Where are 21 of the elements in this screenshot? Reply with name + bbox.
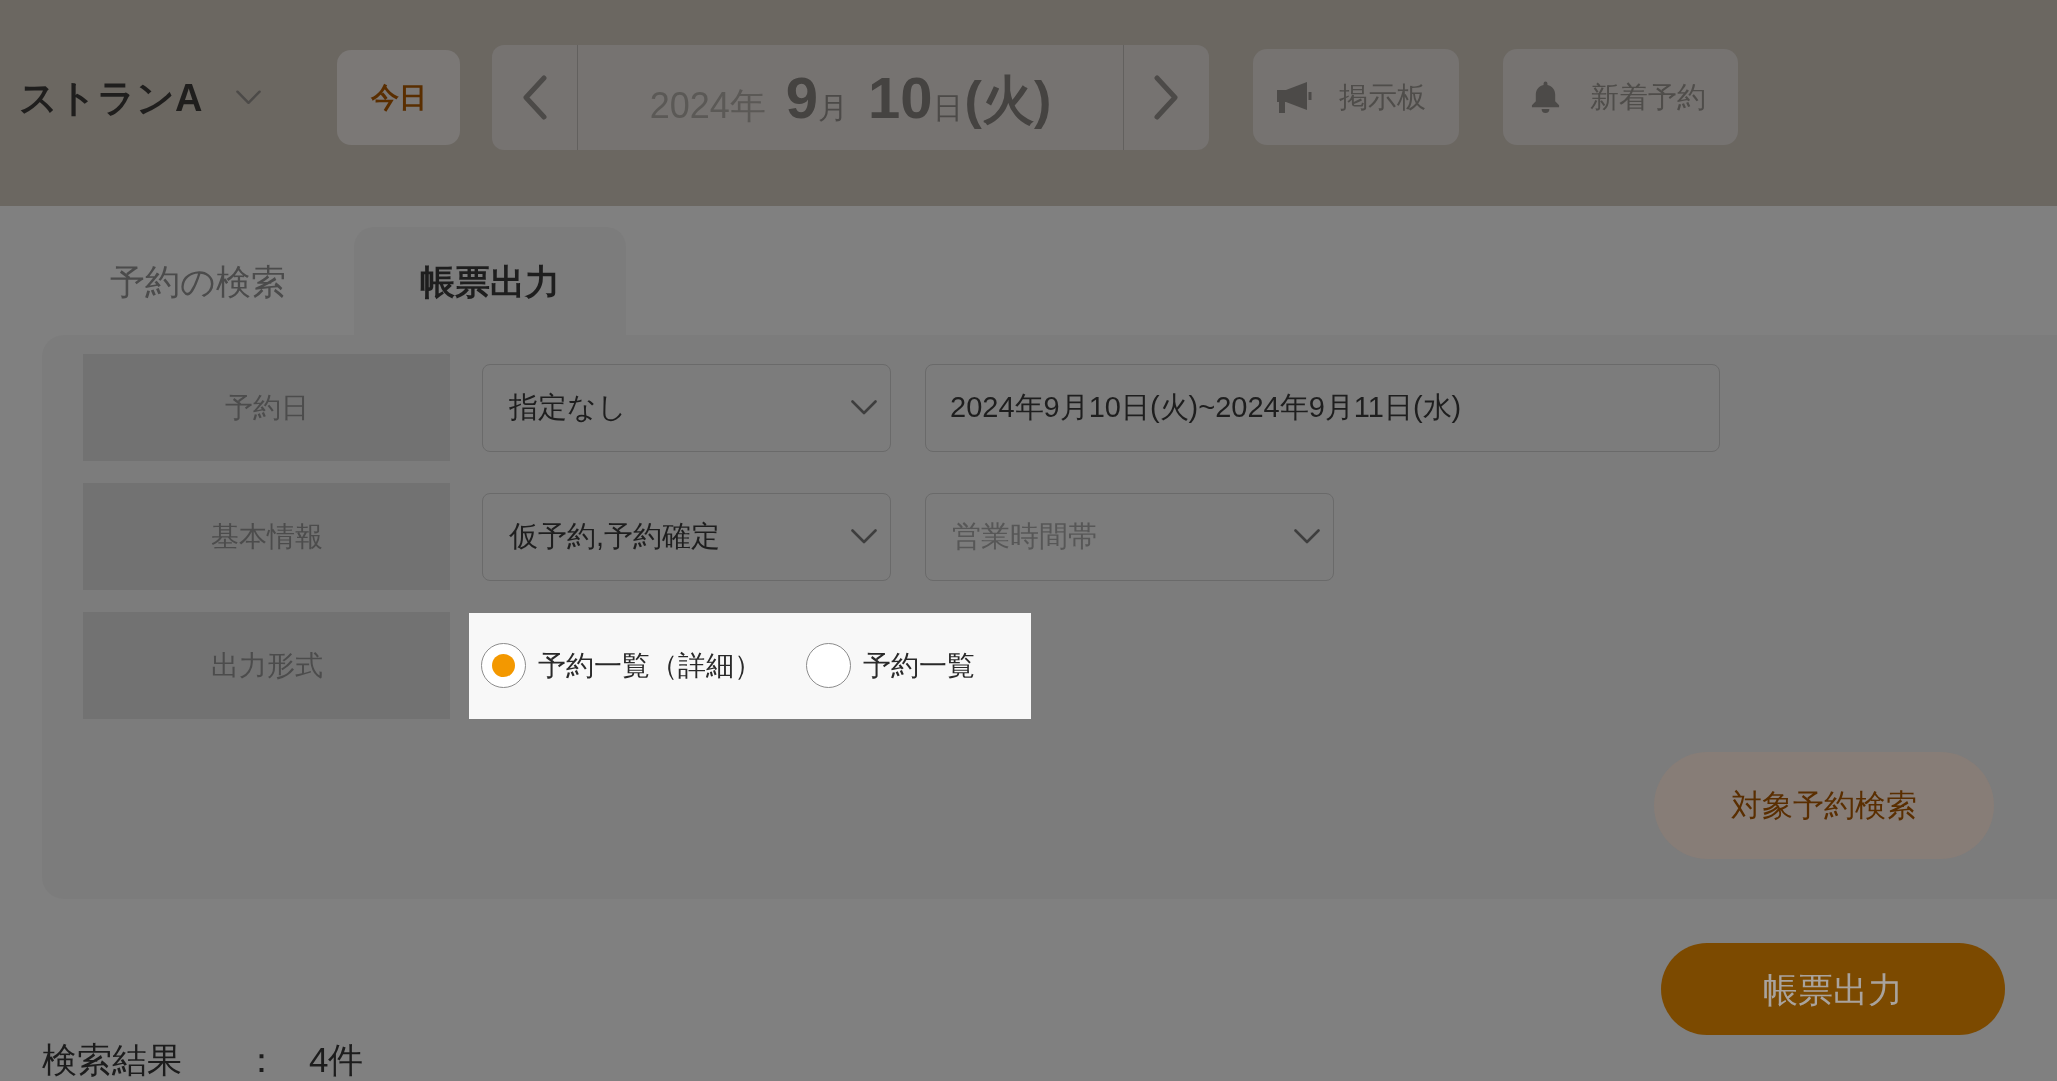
store-selector[interactable]: ストランA xyxy=(19,78,262,117)
export-button[interactable]: 帳票出力 xyxy=(1661,943,2005,1035)
date-range-field[interactable]: 2024年9月10日(火)~2024年9月11日(水) xyxy=(925,363,1720,452)
select-field[interactable]: 仮予約,予約確定 xyxy=(482,492,891,581)
today-button[interactable]: 今日 xyxy=(337,50,460,145)
results-separator: ： xyxy=(244,1042,279,1077)
chevron-left-icon xyxy=(522,75,547,120)
chevron-down-icon xyxy=(1294,529,1320,544)
radio-option[interactable]: 予約一覧 xyxy=(806,643,975,688)
tab[interactable]: 帳票出力 xyxy=(354,227,626,335)
select-field[interactable]: 指定なし xyxy=(482,363,891,452)
results-count: 4件 xyxy=(309,1042,364,1077)
radio-option[interactable]: 予約一覧（詳細） xyxy=(481,643,762,688)
chevron-down-icon xyxy=(851,529,877,544)
chevron-right-icon xyxy=(1154,75,1179,120)
bell-icon xyxy=(1530,80,1561,114)
chevron-down-icon xyxy=(851,400,877,415)
chevron-down-icon xyxy=(236,90,262,105)
search-button[interactable]: 対象予約検索 xyxy=(1654,752,1994,859)
megaphone-icon xyxy=(1276,80,1312,114)
results-label: 検索結果 xyxy=(42,1042,182,1077)
